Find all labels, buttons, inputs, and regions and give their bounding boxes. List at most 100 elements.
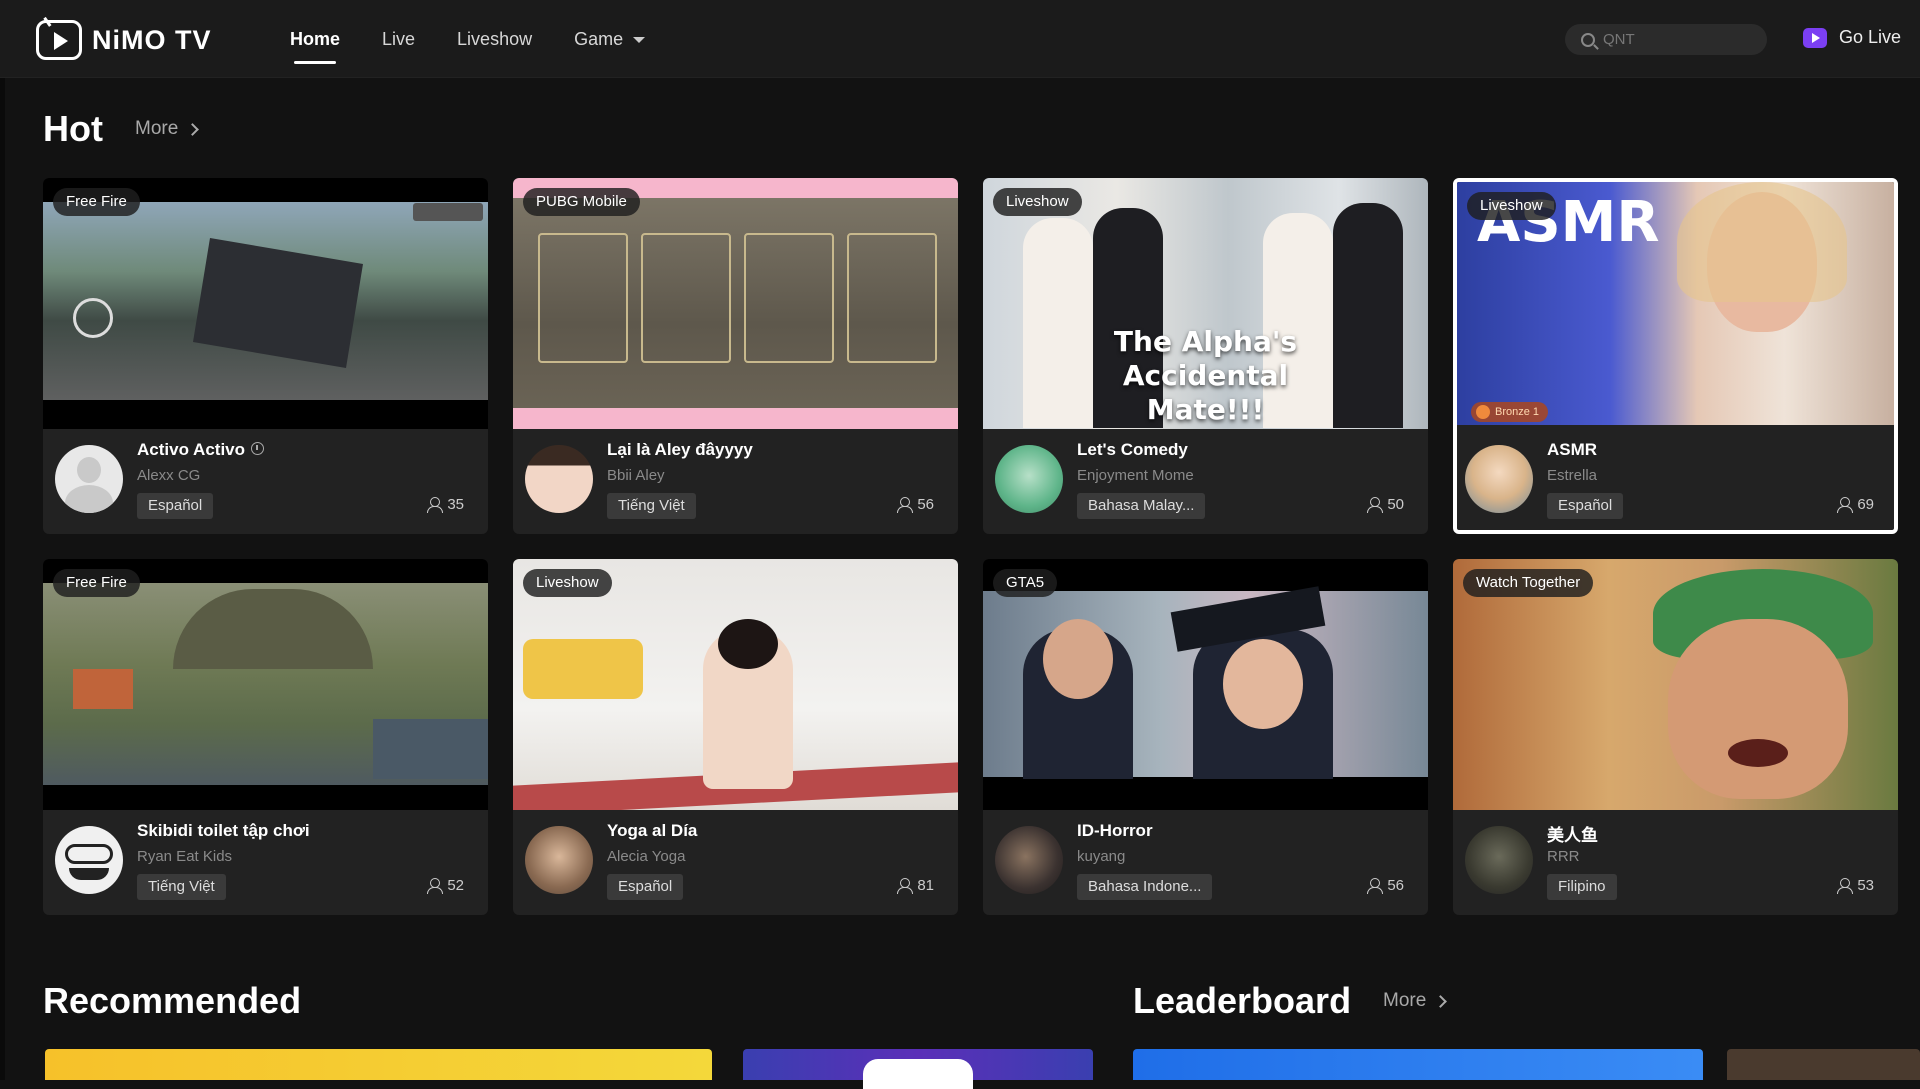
- avatar[interactable]: [55, 826, 123, 894]
- stream-card[interactable]: Free Fire Activo Activo Alexx CG Español…: [43, 178, 488, 534]
- language-badge[interactable]: Bahasa Malay...: [1077, 493, 1206, 519]
- category-tag[interactable]: Watch Together: [1463, 569, 1594, 597]
- go-live-button[interactable]: Go Live: [1803, 27, 1901, 48]
- recommended-card[interactable]: [743, 1049, 1093, 1089]
- nav-live-label: Live: [382, 29, 416, 49]
- stream-card[interactable]: GTA5 ID-Horror kuyang Bahasa Indone... 5…: [983, 559, 1428, 915]
- streamer-name[interactable]: Alexx CG: [137, 467, 200, 484]
- search-input[interactable]: [1603, 31, 1753, 48]
- bronze-badge: Bronze 1: [1471, 402, 1549, 422]
- leaderboard-card[interactable]: [1727, 1049, 1920, 1080]
- chevron-right-icon: [186, 122, 200, 136]
- streamer-name[interactable]: Bbii Aley: [607, 467, 665, 484]
- nav-home[interactable]: Home: [290, 0, 340, 78]
- stream-title: 美人鱼: [1547, 826, 1598, 846]
- hot-title: Hot: [43, 108, 103, 149]
- stream-title-text: Activo Activo: [137, 440, 246, 459]
- search-icon: [1581, 32, 1595, 47]
- category-tag[interactable]: Liveshow: [1467, 192, 1556, 220]
- viewer-count: 50: [1367, 496, 1404, 513]
- nimo-logo[interactable]: NiMO TV: [36, 20, 212, 60]
- streamer-name[interactable]: Ryan Eat Kids: [137, 848, 232, 865]
- avatar[interactable]: [995, 826, 1063, 894]
- avatar[interactable]: [1465, 445, 1533, 513]
- stream-card[interactable]: PUBG Mobile Lại là Aley đâyyyy Bbii Aley…: [513, 178, 958, 534]
- stream-title: Lại là Aley đâyyyy: [607, 440, 753, 459]
- streamer-name[interactable]: Enjoyment Mome: [1077, 467, 1194, 484]
- viewer-count-value: 56: [1387, 877, 1404, 894]
- stream-card[interactable]: ASMR Bronze 1 Liveshow ASMR Estrella Esp…: [1453, 178, 1898, 534]
- avatar[interactable]: [1465, 826, 1533, 894]
- viewer-count: 81: [897, 877, 934, 894]
- nav-live[interactable]: Live: [382, 0, 415, 78]
- search-box[interactable]: [1565, 24, 1767, 55]
- viewer-count-value: 81: [917, 877, 934, 894]
- stream-thumbnail: The Alpha's Accidental Mate!!! Liveshow: [983, 178, 1428, 429]
- stream-thumbnail: Free Fire: [43, 178, 488, 429]
- viewer-count-value: 35: [447, 496, 464, 513]
- chevron-down-icon: [633, 37, 646, 44]
- stream-title: ID-Horror: [1077, 821, 1153, 840]
- viewers-icon: [1837, 878, 1854, 894]
- stream-card[interactable]: The Alpha's Accidental Mate!!! Liveshow …: [983, 178, 1428, 534]
- stream-card[interactable]: Liveshow Yoga al Día Alecia Yoga Español…: [513, 559, 958, 915]
- viewer-count: 53: [1837, 877, 1874, 894]
- leaderboard-banner[interactable]: [1133, 1049, 1703, 1080]
- viewer-count: 56: [1367, 877, 1404, 894]
- left-edge: [0, 0, 5, 1080]
- viewer-count: 35: [427, 496, 464, 513]
- viewers-icon: [1367, 878, 1384, 894]
- nav-liveshow-label: Liveshow: [457, 29, 533, 49]
- language-badge[interactable]: Español: [137, 493, 214, 519]
- category-tag[interactable]: Liveshow: [993, 188, 1082, 216]
- viewers-icon: [897, 878, 914, 894]
- stream-thumbnail: Liveshow: [513, 559, 958, 810]
- category-tag[interactable]: GTA5: [993, 569, 1058, 597]
- top-bar: NiMO TV Home Live Liveshow Game Go Live: [0, 0, 1920, 78]
- hot-more-link[interactable]: More: [135, 118, 200, 140]
- language-badge[interactable]: Español: [1547, 493, 1624, 519]
- avatar[interactable]: [995, 445, 1063, 513]
- streamer-name[interactable]: Estrella: [1547, 467, 1597, 484]
- recommended-title: Recommended: [43, 980, 302, 1021]
- viewer-count: 69: [1837, 496, 1874, 513]
- language-badge[interactable]: Filipino: [1547, 874, 1617, 900]
- main-nav: Home Live Liveshow Game: [290, 0, 687, 78]
- category-tag[interactable]: Liveshow: [523, 569, 612, 597]
- stream-title: Activo Activo: [137, 440, 265, 460]
- leaderboard-more-label: More: [1383, 990, 1427, 1011]
- viewer-count-value: 56: [917, 496, 934, 513]
- category-tag[interactable]: PUBG Mobile: [523, 188, 640, 216]
- avatar[interactable]: [525, 445, 593, 513]
- language-badge[interactable]: Español: [607, 874, 684, 900]
- nav-game[interactable]: Game: [574, 0, 646, 78]
- viewers-icon: [1837, 497, 1854, 513]
- streamer-name[interactable]: kuyang: [1077, 848, 1125, 865]
- viewers-icon: [1367, 497, 1384, 513]
- stream-card[interactable]: Free Fire Skibidi toilet tập chơi Ryan E…: [43, 559, 488, 915]
- leaderboard-title: Leaderboard: [1133, 980, 1352, 1021]
- stream-title: Yoga al Día: [607, 821, 698, 840]
- category-tag[interactable]: Free Fire: [53, 569, 140, 597]
- streamer-name[interactable]: RRR: [1547, 848, 1580, 865]
- nav-liveshow[interactable]: Liveshow: [457, 0, 532, 78]
- stream-card[interactable]: Watch Together 美人鱼 RRR Filipino 53: [1453, 559, 1898, 915]
- viewer-count-value: 53: [1857, 877, 1874, 894]
- recommended-card[interactable]: [45, 1049, 712, 1080]
- avatar[interactable]: [55, 445, 123, 513]
- logo-text: NiMO TV: [92, 24, 212, 55]
- language-badge[interactable]: Bahasa Indone...: [1077, 874, 1213, 900]
- language-badge[interactable]: Tiếng Việt: [607, 493, 696, 519]
- viewer-count-value: 52: [447, 877, 464, 894]
- language-badge[interactable]: Tiếng Việt: [137, 874, 226, 900]
- tv-icon: [36, 20, 82, 60]
- go-live-label: Go Live: [1839, 27, 1902, 47]
- chevron-right-icon: [1434, 994, 1448, 1008]
- avatar[interactable]: [525, 826, 593, 894]
- leaderboard-more-link[interactable]: More: [1383, 990, 1448, 1012]
- streamer-name[interactable]: Alecia Yoga: [607, 848, 685, 865]
- stream-title: Let's Comedy: [1077, 440, 1188, 459]
- category-tag[interactable]: Free Fire: [53, 188, 140, 216]
- stream-thumbnail: GTA5: [983, 559, 1428, 810]
- go-live-icon: [1803, 27, 1827, 48]
